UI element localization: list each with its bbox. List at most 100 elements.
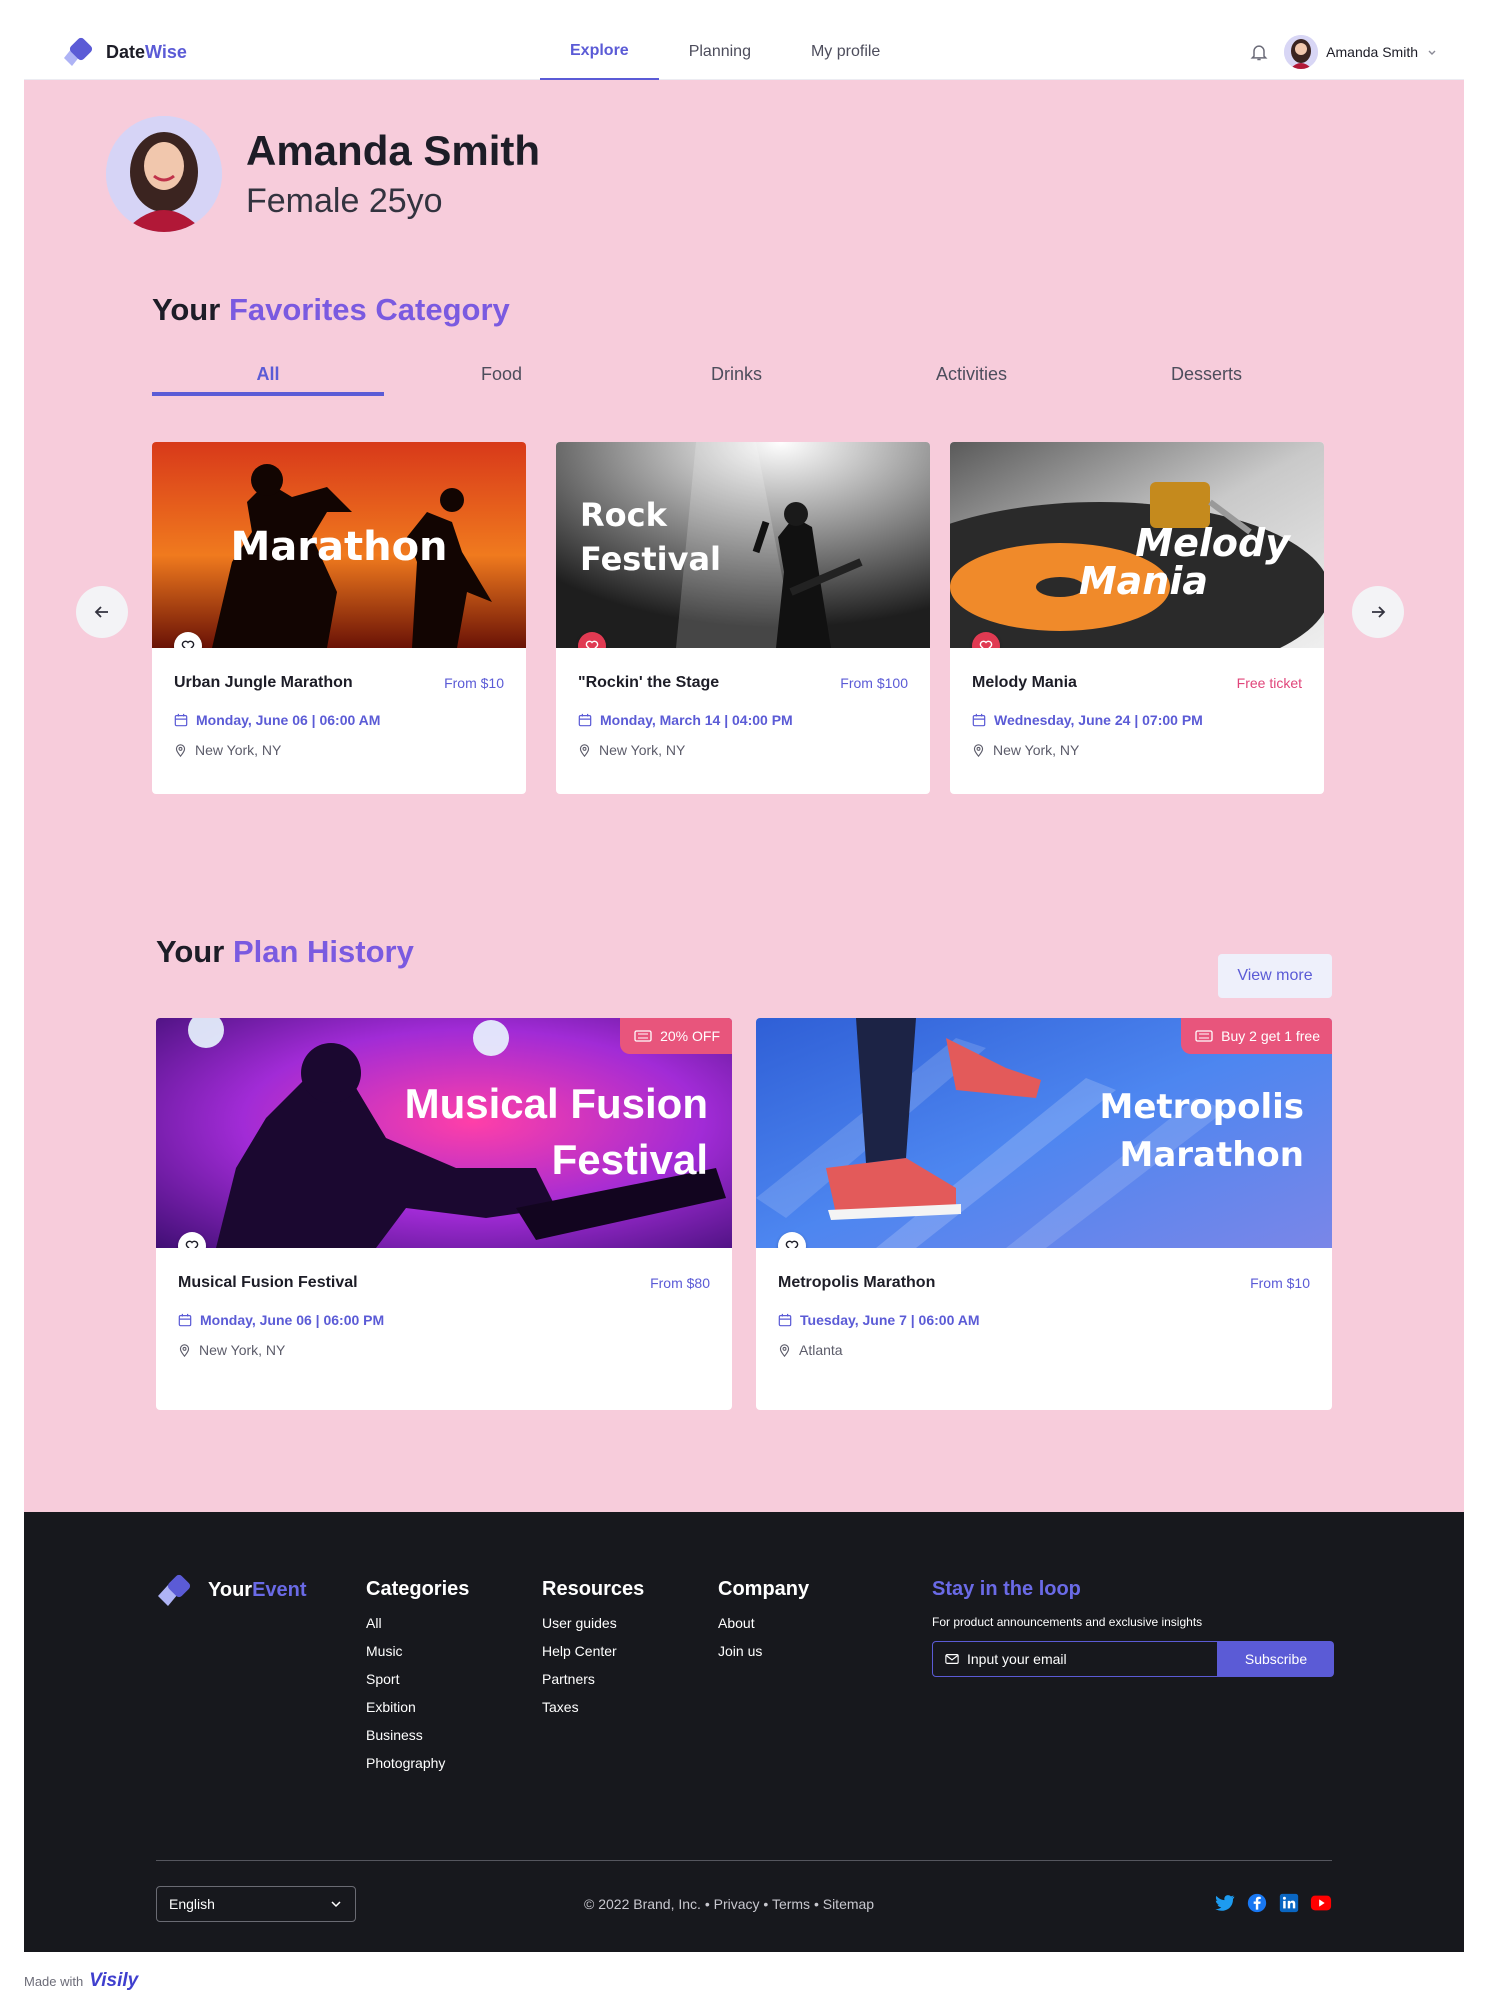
footer-brand-name: YourEvent <box>208 1578 307 1601</box>
event-image-subtitle: Festival <box>580 540 721 578</box>
event-image-subtitle: Marathon <box>1119 1135 1304 1175</box>
event-date: Monday, March 14 | 04:00 PM <box>578 712 908 728</box>
tab-activities[interactable]: Activities <box>854 356 1089 396</box>
visily-logo: Visily <box>89 1970 139 1991</box>
location-pin-icon <box>175 743 186 757</box>
footer-link[interactable]: Sport <box>366 1671 469 1687</box>
bell-icon[interactable] <box>1244 37 1274 67</box>
user-menu[interactable]: Amanda Smith <box>1284 35 1438 69</box>
brand-logo[interactable]: DateWise <box>58 34 187 70</box>
email-input[interactable]: Input your email <box>932 1641 1218 1677</box>
footer-link[interactable]: Help Center <box>542 1643 644 1659</box>
heart-icon <box>185 1240 199 1248</box>
chevron-down-icon <box>331 1901 341 1908</box>
event-location: New York, NY <box>578 742 908 758</box>
newsletter: Stay in the loop For product announcemen… <box>932 1578 1334 1677</box>
made-with-credit[interactable]: Made with Visily <box>24 1970 138 1992</box>
event-card[interactable]: Rock Festival "Rockin' the Stage From $1… <box>556 442 930 794</box>
event-image-title: Metropolis <box>1099 1087 1304 1127</box>
tab-all[interactable]: All <box>152 356 384 396</box>
footer-brand-logo[interactable]: YourEvent <box>154 1572 307 1608</box>
profile-avatar <box>106 116 222 232</box>
calendar-icon <box>178 1313 192 1327</box>
sale-tag-icon <box>634 1030 652 1042</box>
profile-header: Amanda Smith Female 25yo <box>106 116 540 232</box>
footer-link[interactable]: Exbition <box>366 1699 469 1715</box>
facebook-icon[interactable] <box>1246 1892 1268 1914</box>
youtube-icon[interactable] <box>1310 1892 1332 1914</box>
event-location: New York, NY <box>178 1342 710 1358</box>
footer-link[interactable]: About <box>718 1615 809 1631</box>
tab-food[interactable]: Food <box>384 356 619 396</box>
history-card[interactable]: Metropolis Marathon Buy 2 get 1 free Met… <box>756 1018 1332 1410</box>
footer-link[interactable]: Partners <box>542 1671 644 1687</box>
event-title: Melody Mania <box>972 674 1077 691</box>
event-image: Metropolis Marathon Buy 2 get 1 free <box>756 1018 1332 1248</box>
header-actions: Amanda Smith <box>1244 32 1438 72</box>
event-title: Metropolis Marathon <box>778 1274 936 1291</box>
footer-divider <box>156 1860 1332 1861</box>
nav-explore[interactable]: Explore <box>540 24 659 80</box>
event-image: Musical Fusion Festival 20% OFF <box>156 1018 732 1248</box>
user-name: Amanda Smith <box>1326 44 1418 60</box>
profile-subtitle: Female 25yo <box>246 181 443 220</box>
footer-categories-title: Categories <box>366 1578 470 1600</box>
carousel-prev-button[interactable] <box>76 586 128 638</box>
event-title: "Rockin' the Stage <box>578 674 720 691</box>
footer-link[interactable]: Business <box>366 1727 469 1743</box>
event-image-title: Marathon <box>230 524 447 570</box>
twitter-icon[interactable] <box>1214 1892 1236 1914</box>
footer-link[interactable]: Music <box>366 1643 469 1659</box>
mail-icon <box>945 1654 959 1664</box>
history-card[interactable]: Musical Fusion Festival 20% OFF Musical … <box>156 1018 732 1410</box>
linkedin-icon[interactable] <box>1278 1892 1300 1914</box>
footer-company-title: Company <box>718 1578 810 1600</box>
event-image-subtitle: Mania <box>1079 559 1208 603</box>
tab-desserts[interactable]: Desserts <box>1089 356 1324 396</box>
site-footer: YourEvent Categories All Music Sport Exb… <box>24 1512 1464 1952</box>
footer-link[interactable]: Photography <box>366 1755 469 1771</box>
event-image: Marathon <box>152 442 526 648</box>
heart-icon <box>785 1240 799 1248</box>
event-card[interactable]: Melody Mania Melody Mania Free ticket We… <box>950 442 1324 794</box>
view-more-button[interactable]: View more <box>1218 954 1332 998</box>
event-location: New York, NY <box>972 742 1302 758</box>
event-price: From $10 <box>444 675 504 691</box>
calendar-icon <box>972 713 986 727</box>
carousel-next-button[interactable] <box>1352 586 1404 638</box>
subscribe-button[interactable]: Subscribe <box>1218 1641 1334 1677</box>
nav-my-profile[interactable]: My profile <box>781 24 910 80</box>
nav-planning[interactable]: Planning <box>659 24 781 80</box>
footer-resources: Resources User guides Help Center Partne… <box>542 1578 644 1727</box>
footer-categories: Categories All Music Sport Exbition Busi… <box>366 1578 469 1783</box>
avatar <box>1284 35 1319 69</box>
top-navigation-bar: DateWise Explore Planning My profile Ama… <box>24 24 1464 80</box>
event-image-subtitle: Festival <box>552 1136 708 1183</box>
event-price: From $80 <box>650 1275 710 1291</box>
footer-resources-title: Resources <box>542 1578 645 1600</box>
footer-link[interactable]: Join us <box>718 1643 809 1659</box>
footer-link[interactable]: All <box>366 1615 469 1631</box>
event-image: Rock Festival <box>556 442 930 648</box>
footer-link[interactable]: Taxes <box>542 1699 644 1715</box>
event-title: Musical Fusion Festival <box>178 1274 358 1291</box>
event-price: From $100 <box>840 675 908 691</box>
location-pin-icon <box>779 1343 790 1357</box>
language-select[interactable]: English <box>156 1886 356 1922</box>
event-card-body: Urban Jungle Marathon From $10 Monday, J… <box>152 674 526 758</box>
event-price: From $10 <box>1250 1275 1310 1291</box>
logo-icon <box>158 1574 191 1606</box>
heart-icon <box>585 640 599 648</box>
event-card[interactable]: Marathon Urban Jungle Marathon From $10 … <box>152 442 526 794</box>
event-date: Monday, June 06 | 06:00 AM <box>174 712 504 728</box>
heart-icon <box>979 640 993 648</box>
tab-drinks[interactable]: Drinks <box>619 356 854 396</box>
favorites-heading: Your Favorites Category <box>152 292 510 327</box>
logo-icon <box>64 37 93 66</box>
event-date: Wednesday, June 24 | 07:00 PM <box>972 712 1302 728</box>
sale-tag-icon <box>1195 1030 1213 1042</box>
email-placeholder: Input your email <box>967 1651 1067 1667</box>
footer-link[interactable]: User guides <box>542 1615 644 1631</box>
arrow-left-icon <box>94 606 108 618</box>
event-price: Free ticket <box>1236 675 1302 691</box>
